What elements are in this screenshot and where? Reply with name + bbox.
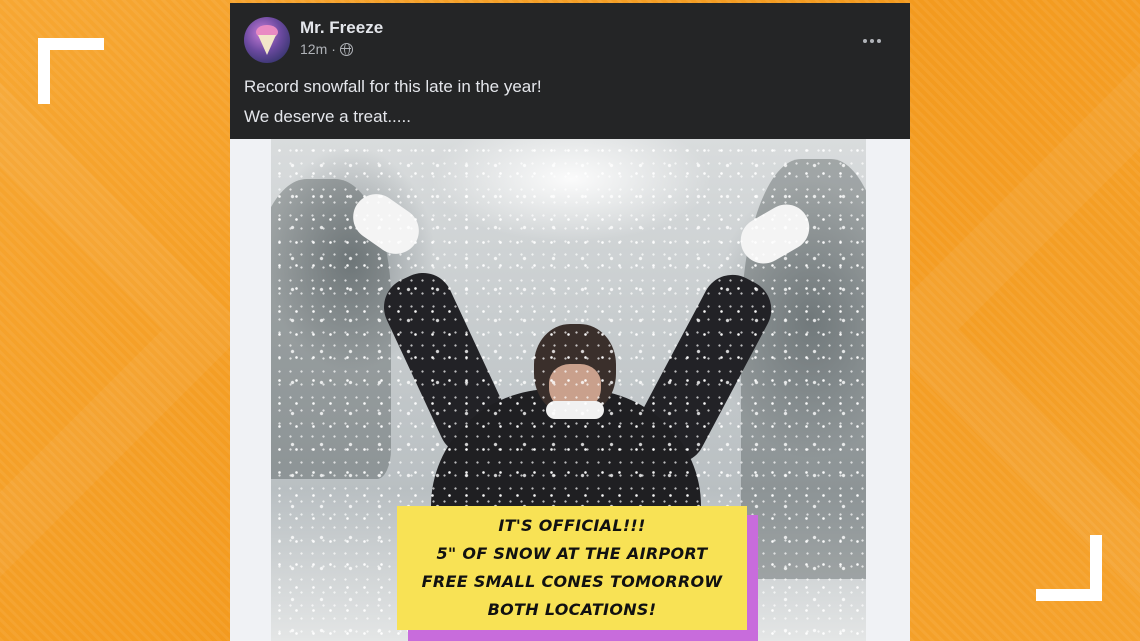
author-meta: Mr. Freeze 12m · (300, 17, 383, 57)
separator-dot: · (331, 41, 336, 57)
more-options-button[interactable] (854, 29, 890, 53)
post-text: Record snowfall for this late in the yea… (244, 77, 896, 127)
frame-corner-bracket-bottom-right (1036, 535, 1102, 601)
author-row: Mr. Freeze 12m · (244, 17, 896, 63)
post-image[interactable]: IT'S OFFICIAL!!! 5" OF SNOW AT THE AIRPO… (271, 139, 866, 641)
more-horizontal-icon (863, 39, 867, 43)
post-header: Mr. Freeze 12m · Record snowfall for thi… (230, 3, 910, 139)
post-text-line: We deserve a treat..... (244, 107, 411, 126)
author-name[interactable]: Mr. Freeze (300, 17, 383, 39)
post-timestamp-row: 12m · (300, 41, 383, 57)
sign-line: FREE SMALL CONES TOMORROW (421, 572, 723, 591)
author-avatar[interactable] (244, 17, 290, 63)
post-text-line: Record snowfall for this late in the yea… (244, 77, 542, 96)
post-time[interactable]: 12m (300, 41, 327, 57)
more-dot (877, 39, 881, 43)
sign-line: BOTH LOCATIONS! (487, 600, 657, 619)
sign-line: 5" OF SNOW AT THE AIRPORT (436, 544, 708, 563)
more-dot (870, 39, 874, 43)
social-post-card: Mr. Freeze 12m · Record snowfall for thi… (230, 3, 910, 641)
frame-corner-bracket-top-left (38, 38, 104, 104)
announcement-sign: IT'S OFFICIAL!!! 5" OF SNOW AT THE AIRPO… (397, 506, 747, 630)
globe-icon (339, 42, 353, 56)
sign-line: IT'S OFFICIAL!!! (498, 516, 646, 535)
